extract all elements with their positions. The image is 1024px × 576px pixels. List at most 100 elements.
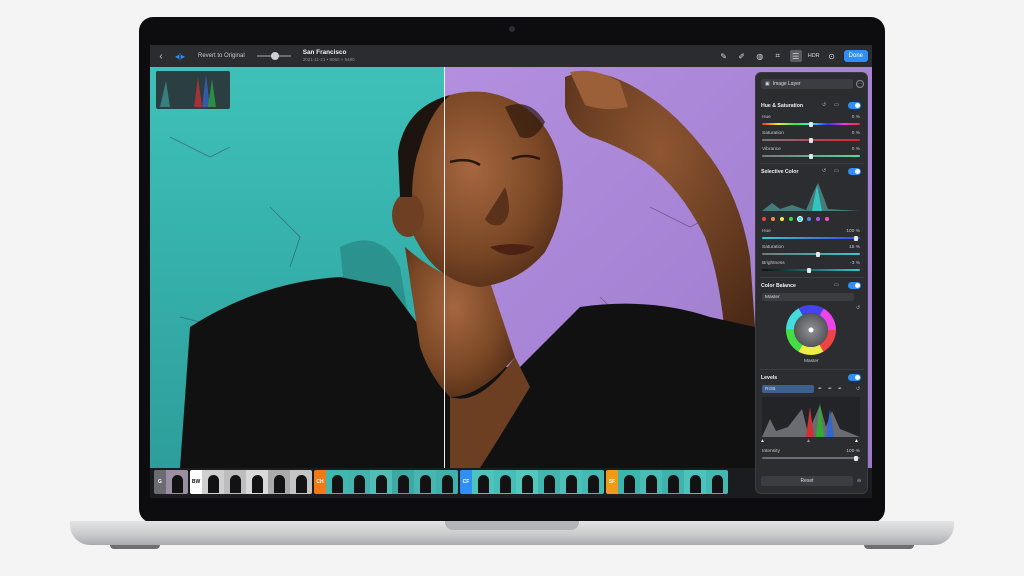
- filter-thumb[interactable]: [640, 470, 662, 494]
- mask-icon[interactable]: ▭: [834, 282, 839, 288]
- swatch-green[interactable]: [789, 217, 793, 221]
- filter-group-g[interactable]: G: [154, 470, 188, 494]
- vibrance-slider[interactable]: [762, 153, 860, 159]
- filter-group-sf[interactable]: SF: [606, 470, 728, 494]
- adjustments-icon[interactable]: ☰: [789, 50, 802, 62]
- swatch-red[interactable]: [762, 217, 766, 221]
- brush-icon[interactable]: ✐: [736, 50, 748, 62]
- filter-tag: SF: [606, 470, 618, 494]
- filter-group-cf[interactable]: CF: [460, 470, 604, 494]
- row-value: 0 %: [851, 131, 860, 136]
- filter-thumb[interactable]: [684, 470, 706, 494]
- swatch-purple[interactable]: [816, 217, 820, 221]
- filter-thumb[interactable]: [414, 470, 436, 494]
- select-value: RGB: [765, 386, 776, 392]
- eyedropper-gray-icon[interactable]: ✒: [828, 386, 832, 392]
- filter-thumb[interactable]: [436, 470, 458, 494]
- filter-thumb[interactable]: [202, 470, 224, 494]
- selective-brightness-slider[interactable]: [762, 267, 860, 273]
- selective-color-histogram: [762, 183, 860, 211]
- filter-thumb[interactable]: [538, 470, 560, 494]
- hue-slider[interactable]: [762, 121, 860, 127]
- slider-knob[interactable]: [809, 121, 813, 127]
- magic-wand-icon[interactable]: ✎: [718, 50, 730, 62]
- slider-knob[interactable]: [816, 251, 820, 257]
- filter-thumb[interactable]: [582, 470, 604, 494]
- reset-icon[interactable]: ↺: [822, 168, 826, 174]
- compare-slider[interactable]: [256, 52, 291, 60]
- selective-saturation-slider[interactable]: [762, 251, 860, 257]
- adjustments-panel: ▣ Image Layer ⋯ Hue & Saturation ↺ ▭ Hue…: [755, 72, 868, 494]
- reset-button[interactable]: Reset: [761, 476, 853, 486]
- compare-split-icon[interactable]: ◂|▸: [172, 49, 188, 63]
- color-swatches[interactable]: [762, 217, 829, 221]
- mask-icon[interactable]: ▭: [834, 168, 839, 174]
- filter-thumb[interactable]: [516, 470, 538, 494]
- compare-divider[interactable]: [444, 67, 445, 468]
- more-icon[interactable]: ⊖: [857, 478, 861, 484]
- slider-knob[interactable]: [270, 52, 279, 60]
- filter-thumb[interactable]: [560, 470, 582, 494]
- filter-thumb[interactable]: [246, 470, 268, 494]
- swatch-blue[interactable]: [807, 217, 811, 221]
- filter-group-bw[interactable]: BW: [190, 470, 312, 494]
- more-icon[interactable]: ⋯: [856, 80, 864, 88]
- crop-icon[interactable]: ⌗: [772, 50, 784, 62]
- eyedropper-black-icon[interactable]: ✒: [818, 386, 822, 392]
- reset-icon[interactable]: ↺: [856, 386, 860, 392]
- swatch-orange[interactable]: [771, 217, 775, 221]
- filter-thumb[interactable]: [472, 470, 494, 494]
- saturation-slider[interactable]: [762, 137, 860, 143]
- document-meta: 2021-11-21 • 8060 × 5480: [302, 57, 355, 62]
- section-toggle[interactable]: [848, 374, 861, 381]
- swatch-yellow[interactable]: [780, 217, 784, 221]
- reset-icon[interactable]: ↺: [822, 102, 826, 108]
- selective-hue-slider[interactable]: [762, 235, 860, 241]
- filter-group-ch[interactable]: CH: [314, 470, 458, 494]
- black-point-handle[interactable]: ▲: [760, 438, 765, 444]
- filter-thumb[interactable]: [348, 470, 370, 494]
- divider: [760, 369, 864, 370]
- channel-select[interactable]: RGB: [762, 385, 814, 393]
- retouch-icon[interactable]: ◍: [754, 50, 766, 62]
- reset-icon[interactable]: ↺: [856, 305, 860, 311]
- filter-thumb[interactable]: [662, 470, 684, 494]
- section-toggle[interactable]: [848, 102, 861, 109]
- balance-mode-select[interactable]: Master: [762, 293, 854, 301]
- color-wheel[interactable]: [786, 305, 836, 355]
- slider-knob[interactable]: [854, 235, 858, 241]
- filter-thumb[interactable]: [224, 470, 246, 494]
- midtone-handle[interactable]: ▲: [806, 438, 811, 444]
- filter-thumb[interactable]: [290, 470, 312, 494]
- filter-thumb[interactable]: [166, 470, 188, 494]
- white-point-handle[interactable]: ▲: [854, 438, 859, 444]
- filter-thumb[interactable]: [268, 470, 290, 494]
- swatch-cyan[interactable]: [798, 217, 802, 221]
- section-toggle[interactable]: [848, 282, 861, 289]
- layer-selector[interactable]: ▣ Image Layer: [761, 79, 853, 89]
- chevron-left-icon[interactable]: ‹: [150, 45, 172, 67]
- section-toggle[interactable]: [848, 168, 861, 175]
- slider-knob[interactable]: [809, 137, 813, 143]
- slider-knob[interactable]: [809, 153, 813, 159]
- more-options-icon[interactable]: ⊙: [826, 50, 838, 62]
- layer-label: Image Layer: [772, 81, 801, 87]
- intensity-slider[interactable]: [762, 455, 860, 461]
- select-value: Master: [765, 294, 780, 300]
- slider-knob[interactable]: [807, 267, 811, 273]
- mask-icon[interactable]: ▭: [834, 102, 839, 108]
- hdr-toggle[interactable]: HDR: [808, 53, 820, 59]
- eyedropper-white-icon[interactable]: ✒: [838, 386, 842, 392]
- filter-thumb[interactable]: [494, 470, 516, 494]
- app-window: ‹ ◂|▸ Revert to Original San Francisco 2…: [150, 45, 872, 498]
- swatch-magenta[interactable]: [825, 217, 829, 221]
- done-button[interactable]: Done: [843, 50, 868, 62]
- filter-tag: BW: [190, 470, 202, 494]
- filter-thumb[interactable]: [392, 470, 414, 494]
- revert-button[interactable]: Revert to Original: [194, 50, 249, 62]
- filter-thumb[interactable]: [326, 470, 348, 494]
- slider-knob[interactable]: [854, 455, 858, 461]
- filter-thumb[interactable]: [370, 470, 392, 494]
- filter-thumb[interactable]: [706, 470, 728, 494]
- filter-thumb[interactable]: [618, 470, 640, 494]
